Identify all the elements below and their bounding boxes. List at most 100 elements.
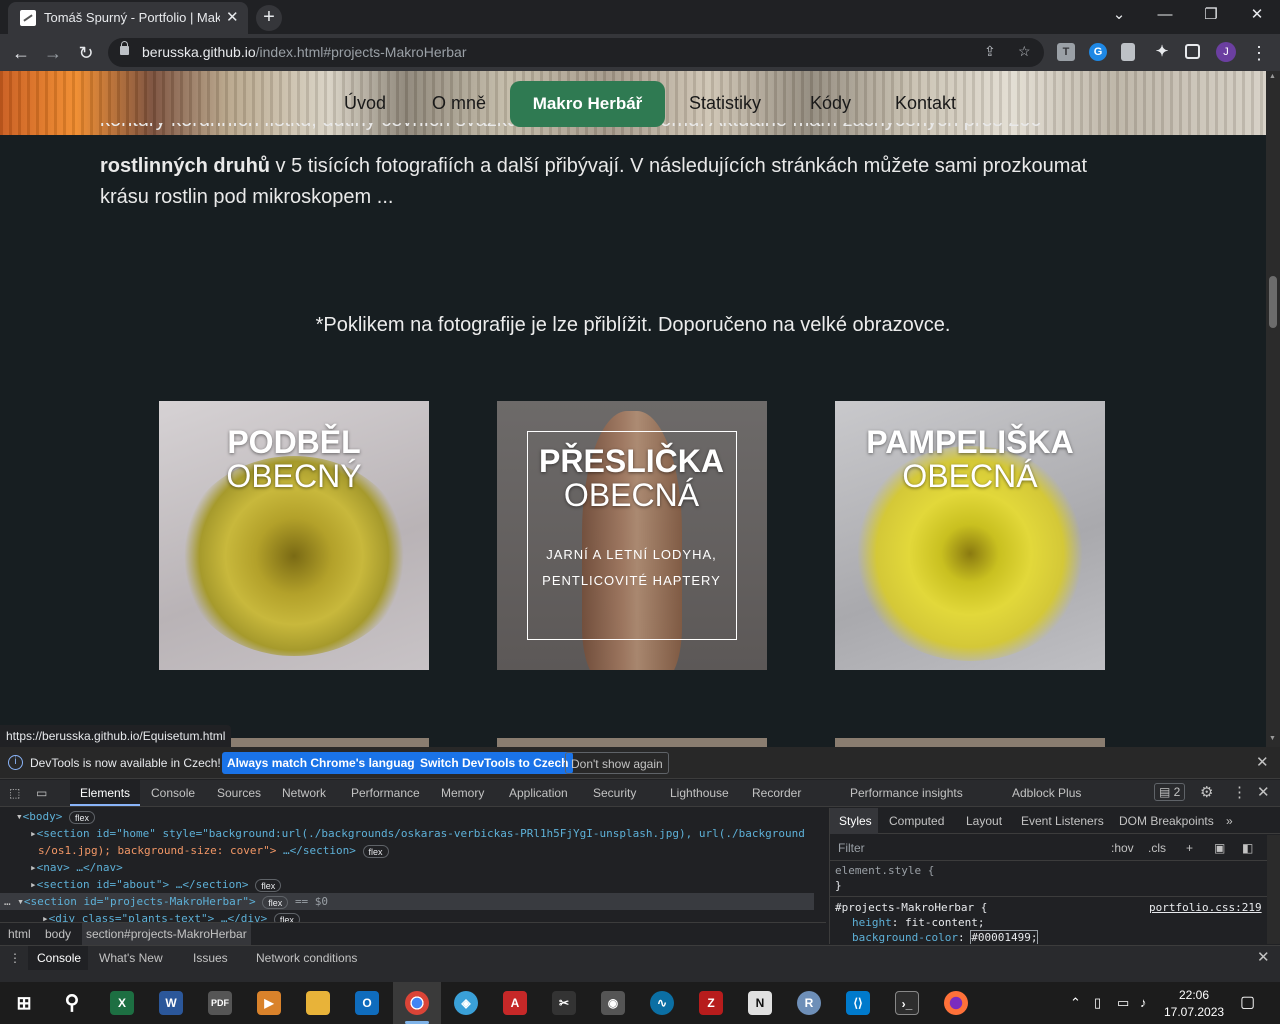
element-style-rule[interactable]: element.style { [835, 864, 934, 877]
rule-prop-height[interactable]: height: fit-content; [852, 916, 984, 929]
inspect-element-icon[interactable]: ⬚ [9, 786, 20, 800]
profile-avatar[interactable]: J [1216, 42, 1236, 62]
tab-elements[interactable]: Elements [80, 786, 130, 800]
drawer-tab-network-conditions[interactable]: Network conditions [256, 951, 357, 965]
dom-node-body[interactable]: ▾<body> flex [16, 808, 96, 825]
close-drawer-icon[interactable]: ✕ [1257, 948, 1270, 966]
forward-icon[interactable]: → [40, 40, 66, 66]
nav-o-mne[interactable]: O mně [432, 93, 486, 114]
tab-layout[interactable]: Layout [966, 814, 1002, 828]
devtools-menu-icon[interactable]: ⋮ [1232, 783, 1247, 801]
dom-node-nav[interactable]: ▸<nav> …</nav> [30, 859, 123, 876]
media-player-icon[interactable]: ▶ [257, 991, 281, 1015]
switch-to-czech-button[interactable]: Switch DevTools to Czech [415, 752, 574, 774]
restore-icon[interactable]: ❐ [1196, 4, 1226, 26]
dont-show-again-button[interactable]: Don't show again [565, 752, 669, 774]
tab-search-icon[interactable]: ⌄ [1104, 4, 1134, 26]
terminal-icon[interactable]: ›_ [895, 991, 919, 1015]
browser-tab[interactable]: Tomáš Spurný - Portfolio | Makro ✕ [8, 2, 248, 34]
plant-card-podbel[interactable]: PODBĚL OBECNÝ [159, 401, 429, 670]
issues-badge[interactable]: ▤ 2 [1154, 783, 1186, 801]
extensions-puzzle-icon[interactable]: ✦ [1153, 43, 1171, 61]
nav-statistiky[interactable]: Statistiky [689, 93, 761, 114]
vscode-icon[interactable]: ⟨⟩ [846, 991, 870, 1015]
chrome-icon[interactable] [405, 991, 429, 1015]
notepad-icon[interactable]: N [748, 991, 772, 1015]
address-bar[interactable]: berusska.github.io/index.html#projects-M… [108, 38, 1044, 67]
windows-start-icon[interactable]: ⊞ [12, 991, 36, 1015]
toggle-sidebar-icon[interactable]: ◧ [1242, 841, 1253, 855]
tab-performance[interactable]: Performance [351, 786, 420, 800]
plant-card-row2[interactable] [835, 738, 1105, 747]
styles-scrollbar[interactable] [1267, 835, 1280, 944]
snipping-icon[interactable]: ✂ [552, 991, 576, 1015]
file-explorer-icon[interactable] [306, 991, 330, 1015]
hov-toggle[interactable]: :hov [1111, 841, 1134, 855]
drawer-tab-whats-new[interactable]: What's New [99, 951, 163, 965]
back-icon[interactable]: ← [8, 40, 34, 66]
reload-icon[interactable]: ↻ [73, 40, 99, 66]
document-extension-icon[interactable] [1121, 43, 1135, 61]
firefox-icon[interactable] [944, 991, 968, 1015]
plant-card-row2[interactable] [497, 738, 767, 747]
network-icon[interactable]: ▭ [1117, 995, 1129, 1011]
drawer-tab-issues[interactable]: Issues [193, 951, 228, 965]
translate-extension-icon[interactable]: T [1057, 43, 1075, 61]
tab-close-icon[interactable]: ✕ [226, 8, 239, 28]
close-devtools-icon[interactable]: ✕ [1257, 783, 1270, 801]
cls-toggle[interactable]: .cls [1148, 841, 1166, 855]
rule-selector[interactable]: #projects-MakroHerbar { [835, 901, 987, 914]
scroll-down-icon[interactable]: ▼ [1269, 735, 1276, 742]
share-icon[interactable]: ⇪ [984, 43, 996, 60]
tray-device-icon[interactable]: ▯ [1094, 995, 1101, 1011]
plant-card-preslicka[interactable]: PŘESLIČKA OBECNÁ JARNÍ A LETNÍ LODYHA, PEN… [497, 401, 767, 670]
search-icon[interactable]: ⚲ [60, 991, 84, 1015]
tab-styles[interactable]: Styles [830, 808, 878, 834]
tab-memory[interactable]: Memory [441, 786, 484, 800]
dom-node-plants-text[interactable]: ▸<div class="plants-text"> …</div> flex [42, 910, 300, 922]
device-toolbar-icon[interactable]: ▭ [36, 786, 47, 800]
dom-node-about[interactable]: ▸<section id="about"> …</section> flex [30, 876, 282, 893]
volume-icon[interactable]: ♪ [1140, 995, 1147, 1010]
breadcrumb-body[interactable]: body [45, 927, 71, 941]
notifications-icon[interactable]: ▢ [1240, 992, 1255, 1012]
side-panel-icon[interactable] [1185, 44, 1200, 59]
scroll-up-icon[interactable]: ▲ [1269, 73, 1276, 80]
rule-prop-background[interactable]: background-color: #00001499; [852, 930, 1039, 944]
close-window-icon[interactable]: ✕ [1242, 4, 1272, 26]
app-wave-icon[interactable]: ∿ [650, 991, 674, 1015]
dom-node-projects-selected[interactable]: … ▾<section id="projects-MakroHerbar"> f… [0, 893, 814, 910]
word-icon[interactable]: W [159, 991, 183, 1015]
styles-filter-input[interactable]: Filter [838, 841, 865, 855]
acrobat-icon[interactable]: A [503, 991, 527, 1015]
tab-application[interactable]: Application [509, 786, 568, 800]
bookmark-star-icon[interactable]: ☆ [1018, 43, 1031, 60]
tab-dom-breakpoints[interactable]: DOM Breakpoints [1119, 814, 1214, 828]
breadcrumb-html[interactable]: html [8, 927, 31, 941]
dom-node-home[interactable]: ▸<section id="home" style="background:ur… [30, 825, 805, 842]
nav-kody[interactable]: Kódy [810, 93, 851, 114]
tab-performance-insights[interactable]: Performance insights [850, 786, 963, 800]
scroll-thumb[interactable] [1269, 276, 1277, 328]
drawer-tab-console[interactable]: Console [37, 951, 81, 965]
rule-source-link[interactable]: portfolio.css:219 [1149, 901, 1262, 914]
minimize-icon[interactable]: — [1150, 4, 1180, 26]
new-rule-icon[interactable]: + [1186, 841, 1193, 855]
tray-chevron-icon[interactable]: ⌃ [1070, 995, 1081, 1011]
tab-adblock-plus[interactable]: Adblock Plus [1012, 786, 1081, 800]
nav-makro-herbar[interactable]: Makro Herbář [510, 81, 665, 127]
tab-console[interactable]: Console [151, 786, 195, 800]
zotero-icon[interactable]: Z [699, 991, 723, 1015]
url-text[interactable]: berusska.github.io/index.html#projects-M… [142, 44, 467, 60]
breadcrumb-section[interactable]: section#projects-MakroHerbar [82, 923, 251, 945]
settings-gear-icon[interactable]: ⚙ [1200, 783, 1213, 801]
more-tabs-icon[interactable]: » [1226, 814, 1233, 828]
pdf-viewer-icon[interactable]: PDF [208, 991, 232, 1015]
grammar-extension-icon[interactable]: G [1089, 43, 1107, 61]
page-scrollbar[interactable]: ▲ ▼ [1266, 71, 1280, 747]
tab-lighthouse[interactable]: Lighthouse [670, 786, 729, 800]
element-state-icon[interactable]: ▣ [1214, 841, 1225, 855]
nav-uvod[interactable]: Úvod [344, 93, 386, 114]
browser-menu-icon[interactable]: ⋮ [1246, 40, 1272, 66]
app-3d-icon[interactable]: ◈ [454, 991, 478, 1015]
